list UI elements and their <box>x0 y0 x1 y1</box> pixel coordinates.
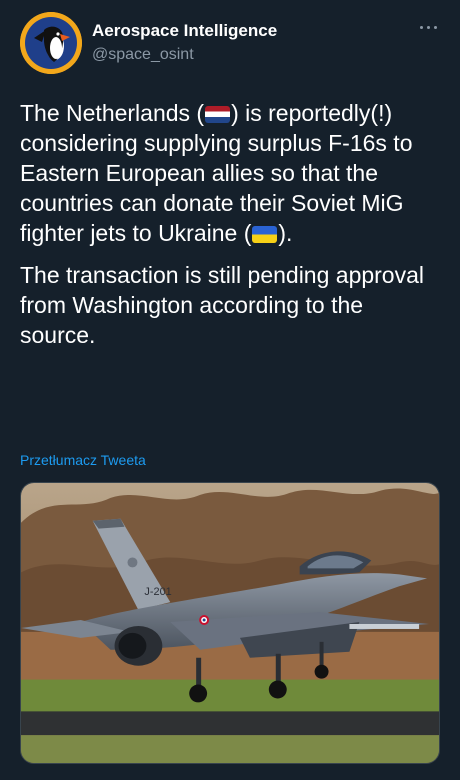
author-handle[interactable]: @space_osint <box>92 46 194 64</box>
tweet-paragraph-1: The Netherlands () is reportedly(!) cons… <box>20 98 440 248</box>
ukraine-flag-icon <box>252 226 278 243</box>
tweet-text-segment: The Netherlands ( <box>20 100 205 126</box>
tweet-header: Aerospace Intelligence @space_osint <box>20 12 440 74</box>
more-options-icon[interactable] <box>418 22 440 32</box>
tweet-paragraph-2: The transaction is still pending approva… <box>20 262 425 348</box>
avatar[interactable] <box>20 12 82 74</box>
puffin-logo-icon <box>20 12 82 74</box>
netherlands-flag-icon <box>205 106 231 123</box>
tweet-image[interactable]: J-201 <box>20 482 440 764</box>
author-display-name[interactable]: Aerospace Intelligence <box>92 21 277 41</box>
tail-code-text: J-201 <box>144 586 171 598</box>
f16-jet-photo: J-201 <box>21 483 439 763</box>
tweet-body: The Netherlands () is reportedly(!) cons… <box>20 98 440 362</box>
translate-tweet-link[interactable]: Przetłumacz Tweeta <box>20 452 146 468</box>
tweet-text-segment: ). <box>278 220 293 246</box>
